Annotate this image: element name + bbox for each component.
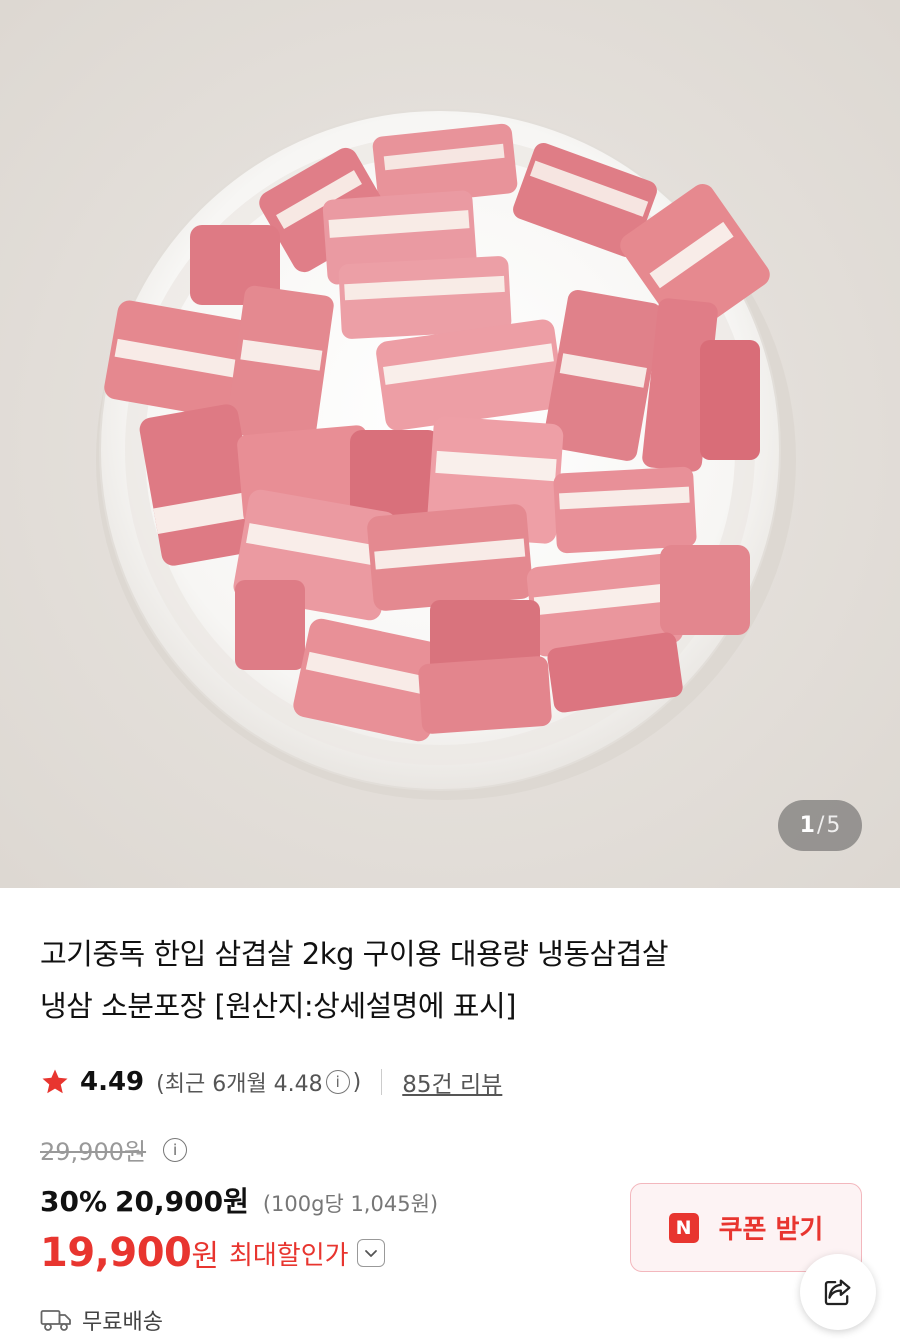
chevron-down-icon[interactable] [356, 1239, 385, 1267]
rating-score: 4.49 [80, 1067, 145, 1097]
star-icon [42, 1069, 68, 1094]
page-current: 1 [799, 813, 815, 838]
page-separator: / [816, 813, 825, 838]
original-price: 29,900원 [40, 1138, 147, 1166]
product-title: 고기중독 한입 삼겹살 2kg 구이용 대용량 냉동삼겹살 냉삼 소분포장 [원… [40, 928, 840, 1032]
final-price-currency: 원 [191, 1239, 219, 1274]
original-price-row: 29,900원 i [40, 1132, 190, 1167]
discount-percent: 30% [40, 1185, 108, 1218]
shipping-row: 무료배송 [40, 1304, 163, 1336]
share-icon [824, 1279, 851, 1306]
image-page-indicator: 1 / 5 [778, 800, 862, 851]
share-button[interactable] [800, 1254, 876, 1330]
final-price-row: 19,900 원 최대할인가 [40, 1230, 385, 1276]
product-title-line1: 고기중독 한입 삼겹살 2kg 구이용 대용량 냉동삼겹살 [40, 937, 669, 971]
unit-price: (100g당 1,045원) [262, 1192, 439, 1216]
shipping-label: 무료배송 [82, 1310, 163, 1335]
product-title-line2: 냉삼 소분포장 [원산지:상세설명에 표시] [40, 989, 516, 1023]
product-image[interactable]: 1 / 5 [0, 0, 900, 888]
price-info-icon[interactable]: i [163, 1137, 188, 1162]
truck-icon [40, 1310, 71, 1331]
recent-rating-text: (최근 6개월 4.48 [156, 1072, 323, 1097]
recent-rating-close: ) [352, 1069, 362, 1095]
recent-rating: (최근 6개월 4.48 i ) [156, 1066, 361, 1098]
final-price: 19,900 [40, 1230, 192, 1276]
divider [381, 1069, 383, 1095]
page-total: 5 [826, 813, 841, 838]
sale-price-row: 30% 20,900원 (100g당 1,045원) [40, 1180, 438, 1220]
rating-row: 4.49 (최근 6개월 4.48 i ) 85건 리뷰 [40, 1062, 502, 1102]
naver-n-icon: N [668, 1212, 699, 1243]
info-icon[interactable]: i [325, 1070, 350, 1094]
sale-price: 20,900원 [115, 1185, 249, 1218]
coupon-label: 쿠폰 받기 [718, 1215, 824, 1245]
reviews-link[interactable]: 85건 리뷰 [402, 1065, 502, 1099]
max-discount-label[interactable]: 최대할인가 [229, 1235, 349, 1272]
meat-plate-illustration [0, 0, 900, 888]
